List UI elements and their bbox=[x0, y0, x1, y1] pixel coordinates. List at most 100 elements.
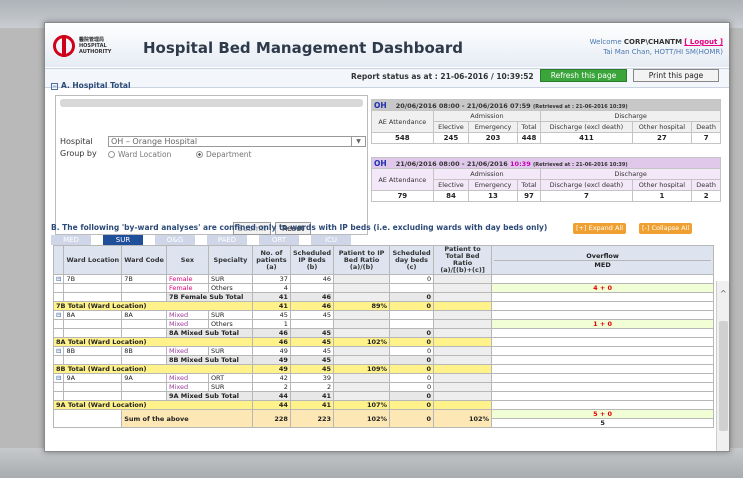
specialty-cell: Others bbox=[207, 283, 253, 293]
table-row: Female Others 4 4 + 0 bbox=[52, 283, 715, 293]
radio-department[interactable]: Department bbox=[196, 150, 251, 159]
chevron-down-icon[interactable]: ▼ bbox=[351, 137, 365, 146]
hospital-code: OH bbox=[374, 158, 387, 168]
overflow-cell bbox=[491, 355, 715, 365]
tab-paed[interactable]: PAED bbox=[207, 235, 247, 245]
discharge-value: 7 bbox=[540, 190, 633, 202]
patients-cell: 41 bbox=[251, 301, 291, 311]
sum-ratio: 102% bbox=[333, 409, 391, 428]
day-beds-cell: 0 bbox=[389, 292, 435, 302]
expand-all-button[interactable]: [+] Expand All bbox=[573, 223, 627, 234]
total-ratio-cell bbox=[433, 319, 493, 329]
other-hospital-header: Other hospital bbox=[631, 179, 693, 191]
logout-link[interactable]: [ Logout ] bbox=[684, 38, 723, 46]
expand-toggle-icon[interactable]: ⊟ bbox=[52, 373, 65, 383]
tab-og[interactable]: O&G bbox=[155, 235, 195, 245]
ratio-cell bbox=[333, 310, 391, 320]
ratio-cell: 102% bbox=[333, 337, 391, 347]
total-ratio-cell bbox=[433, 310, 493, 320]
tab-ort[interactable]: ORT bbox=[259, 235, 299, 245]
blank-cell bbox=[63, 355, 123, 365]
total-ratio-cell bbox=[433, 355, 493, 365]
sum-overflow: 5 + 05 bbox=[491, 409, 715, 428]
print-button[interactable]: Print this page bbox=[633, 69, 719, 82]
blank-cell bbox=[52, 409, 123, 428]
blank-cell bbox=[63, 391, 123, 401]
sum-total-ratio: 102% bbox=[433, 409, 493, 428]
specialty-cell: SUR bbox=[207, 346, 253, 356]
blank-cell bbox=[121, 292, 167, 302]
day-beds-cell: 0 bbox=[389, 274, 435, 284]
vertical-scrollbar[interactable]: ^ bbox=[716, 281, 729, 451]
ratio-cell bbox=[333, 382, 391, 392]
hospital-total-today-table: OH 21/06/2016 08:00 - 21/06/2016 10:39 (… bbox=[371, 157, 721, 202]
ratio-cell: 89% bbox=[333, 301, 391, 311]
day-beds-header: Scheduled day beds (c) bbox=[389, 245, 435, 275]
ratio-cell bbox=[333, 283, 391, 293]
total-ratio-cell bbox=[433, 346, 493, 356]
sum-label: Sum of the above bbox=[121, 409, 253, 428]
expand-toggle-icon[interactable]: ⊟ bbox=[52, 274, 65, 284]
blank-cell bbox=[52, 328, 65, 338]
table-row: 8B Total (Ward Location) 49 45 109% 0 bbox=[53, 364, 715, 374]
tab-sur[interactable]: SUR bbox=[103, 235, 143, 245]
day-beds-cell bbox=[389, 283, 435, 293]
total-ratio-cell bbox=[433, 373, 493, 383]
total-ratio-cell bbox=[433, 283, 493, 293]
ip-beds-cell: 45 bbox=[289, 355, 335, 365]
tab-icu[interactable]: ICU bbox=[311, 235, 351, 245]
specialty-cell: SUR bbox=[207, 382, 253, 392]
expand-toggle-icon[interactable]: ⊟ bbox=[52, 310, 65, 320]
overflow-label: Overflow bbox=[586, 251, 619, 260]
scrollbar-thumb[interactable] bbox=[719, 321, 728, 431]
day-beds-cell: 0 bbox=[389, 382, 435, 392]
ip-beds-cell: 41 bbox=[289, 391, 335, 401]
chevron-up-icon[interactable]: ^ bbox=[720, 289, 727, 298]
radio-checked-icon[interactable] bbox=[196, 151, 203, 158]
groupby-label: Group by bbox=[60, 149, 97, 158]
day-beds-cell: 0 bbox=[389, 391, 435, 401]
ip-beds-cell: 45 bbox=[289, 346, 335, 356]
expand-column-header bbox=[52, 245, 65, 275]
patients-header: No. of patients (a) bbox=[251, 245, 291, 275]
emergency-value: 13 bbox=[468, 190, 518, 202]
radio-unchecked-icon[interactable] bbox=[108, 151, 115, 158]
blank-cell bbox=[52, 355, 65, 365]
day-beds-cell: 0 bbox=[389, 400, 435, 410]
total-ratio-cell bbox=[433, 391, 493, 401]
expand-toggle-icon bbox=[52, 283, 65, 293]
blank-cell bbox=[121, 391, 167, 401]
ward-total-label: 8A Total (Ward Location) bbox=[53, 337, 253, 347]
day-beds-cell: 0 bbox=[389, 364, 435, 374]
total-header: Total bbox=[516, 179, 542, 191]
radio-ward-location[interactable]: Ward Location bbox=[108, 150, 171, 159]
ip-beds-cell: 45 bbox=[289, 364, 335, 374]
table-row: Mixed Others 1 1 + 0 bbox=[52, 319, 715, 329]
ratio-cell bbox=[333, 346, 391, 356]
hospital-select[interactable]: OH – Orange Hospital ▼ bbox=[108, 136, 366, 147]
overflow-cell bbox=[491, 373, 715, 383]
ward-code-cell: 7B bbox=[121, 274, 167, 284]
ip-beds-cell bbox=[289, 283, 335, 293]
expand-toggle-icon[interactable]: ⊟ bbox=[52, 346, 65, 356]
ward-location-cell bbox=[63, 382, 123, 392]
refresh-button[interactable]: Refresh this page bbox=[540, 69, 627, 82]
overflow-cell bbox=[491, 346, 715, 356]
ratio-cell bbox=[333, 292, 391, 302]
patients-cell: 46 bbox=[251, 337, 291, 347]
day-beds-cell: 0 bbox=[389, 373, 435, 383]
section-a-title[interactable]: − A. Hospital Total bbox=[51, 81, 131, 90]
radio-dept-label: Department bbox=[206, 150, 252, 159]
collapse-icon[interactable]: − bbox=[51, 83, 58, 90]
tab-med[interactable]: MED bbox=[51, 235, 91, 245]
blank-cell bbox=[63, 292, 123, 302]
ward-code-cell: 8A bbox=[121, 310, 167, 320]
collapse-all-button[interactable]: [-] Collapse All bbox=[639, 223, 693, 234]
emergency-value: 203 bbox=[468, 132, 518, 144]
user-name: CORP\CHANTM bbox=[623, 38, 683, 46]
specialty-cell: SUR bbox=[207, 274, 253, 284]
ip-beds-cell bbox=[289, 319, 335, 329]
ratio-cell bbox=[333, 319, 391, 329]
total-ratio-cell bbox=[433, 337, 493, 347]
sex-cell: Female bbox=[165, 283, 209, 293]
